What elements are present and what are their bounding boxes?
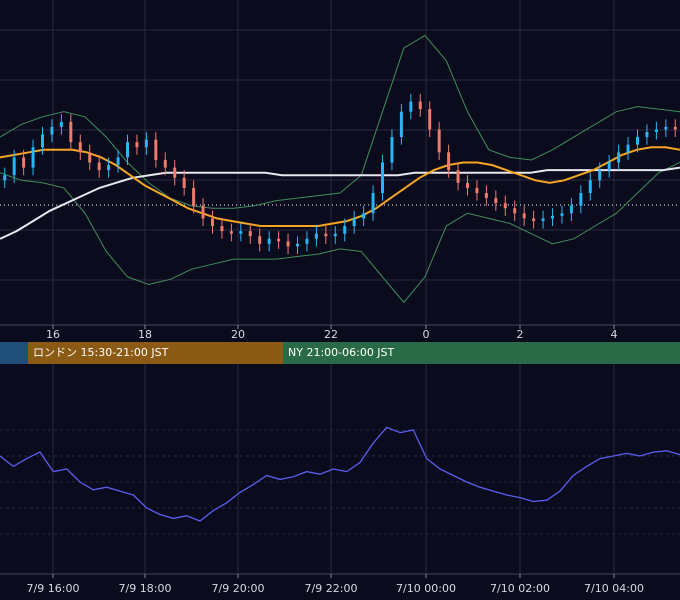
rsi-x-tick-label: 7/9 20:00 — [212, 582, 265, 595]
session-ny-label: NY 21:00-06:00 JST — [288, 346, 395, 359]
candle-body — [654, 129, 658, 132]
candle-body — [343, 226, 347, 234]
rsi-chart: 7/9 16:00 7/9 18:00 7/9 20:00 7/9 22:00 7/10… — [0, 364, 680, 595]
candle-body — [541, 218, 545, 221]
candle-body — [154, 139, 158, 160]
candle-body — [239, 231, 243, 234]
candle-body — [3, 175, 7, 181]
rsi-x-tick-label: 7/9 16:00 — [27, 582, 80, 595]
rsi-line — [0, 426, 680, 522]
candle-body — [267, 238, 271, 244]
candle-body — [390, 137, 394, 163]
candle-body — [645, 132, 649, 138]
candle-body — [551, 215, 554, 219]
candle-body — [50, 126, 54, 135]
candle-body — [163, 159, 167, 168]
candle-body — [31, 147, 35, 168]
candle-body — [305, 238, 309, 244]
candle-body — [447, 152, 451, 171]
bollinger-lower-line — [0, 162, 680, 304]
session-london-label: ロンドン 15:30-21:00 JST — [33, 346, 169, 359]
price-x-tick-label: 16 — [46, 328, 60, 341]
candle-body — [513, 208, 517, 214]
candle-body — [173, 167, 177, 178]
candle-body — [409, 101, 413, 112]
rsi-x-tick-label: 7/10 00:00 — [396, 582, 456, 595]
candle-body — [437, 129, 441, 153]
candle-body — [211, 218, 214, 227]
candle-body — [475, 187, 479, 193]
rsi-x-tick-label: 7/9 18:00 — [119, 582, 172, 595]
candle-body — [532, 218, 536, 221]
candle-body — [59, 121, 63, 127]
candle-body — [126, 142, 129, 158]
candle-body — [664, 126, 668, 130]
session-london: ロンドン 15:30-21:00 JST — [28, 342, 283, 364]
candle-body — [296, 243, 299, 247]
session-tokyo — [0, 342, 28, 364]
candle-body — [314, 233, 318, 239]
candle-body — [371, 193, 375, 214]
candle-body — [456, 170, 460, 183]
price-x-tick-label: 20 — [231, 328, 245, 341]
candle-body — [673, 126, 677, 130]
candle-body — [484, 193, 488, 199]
candle-body — [466, 182, 469, 188]
candle-body — [399, 111, 403, 138]
rsi-x-tick-label: 7/10 02:00 — [490, 582, 550, 595]
price-x-tick-label: 0 — [423, 328, 430, 341]
price-x-tick-label: 4 — [611, 328, 618, 341]
candle-body — [569, 205, 573, 214]
candle-body — [277, 238, 281, 242]
candle-body — [286, 241, 290, 247]
candle-body — [41, 134, 44, 148]
candle-body — [248, 231, 252, 237]
candle-body — [626, 144, 630, 153]
price-x-tick-label: 2 — [517, 328, 524, 341]
price-x-tick-label: 22 — [324, 328, 338, 341]
rsi-x-tick-label: 7/10 04:00 — [584, 582, 644, 595]
candle-body — [201, 205, 205, 219]
candle-body — [588, 180, 592, 193]
candle-body — [418, 101, 422, 110]
candle-body — [144, 139, 148, 148]
candle-body — [135, 142, 139, 148]
candle-body — [107, 165, 111, 171]
candle-body — [503, 203, 507, 209]
candle-body — [333, 233, 337, 237]
candle-body — [598, 170, 602, 181]
session-ny: NY 21:00-06:00 JST — [283, 342, 680, 364]
candle-body — [12, 157, 16, 176]
candle-body — [182, 177, 186, 188]
rsi-x-tick-label: 7/9 22:00 — [305, 582, 358, 595]
candle-body — [362, 213, 366, 219]
candle-body — [636, 137, 639, 145]
price-x-tick-label: 18 — [138, 328, 152, 341]
candle-body — [116, 157, 120, 166]
candle-body — [560, 213, 564, 216]
candle-body — [97, 162, 101, 171]
candle-body — [88, 152, 92, 163]
price-chart: 16 18 20 22 0 2 4 — [0, 0, 680, 341]
bollinger-upper-line — [0, 34, 680, 209]
candle-body — [324, 233, 328, 237]
candle-body — [428, 109, 432, 130]
candle-body — [381, 162, 384, 193]
candle-body — [78, 142, 82, 153]
candle-body — [607, 162, 611, 171]
candle-body — [352, 218, 356, 227]
candle-body — [494, 198, 498, 204]
candle-body — [69, 121, 73, 143]
candle-body — [229, 231, 233, 234]
candle-body — [617, 152, 621, 163]
candle-body — [522, 213, 526, 219]
candle-body — [22, 157, 26, 168]
candle-body — [220, 226, 224, 232]
candle-body — [258, 236, 262, 244]
session-bar: ロンドン 15:30-21:00 JST NY 21:00-06:00 JST — [0, 342, 680, 364]
ma-long-line — [0, 166, 680, 240]
candle-body — [579, 193, 583, 206]
candle-body — [192, 187, 196, 206]
